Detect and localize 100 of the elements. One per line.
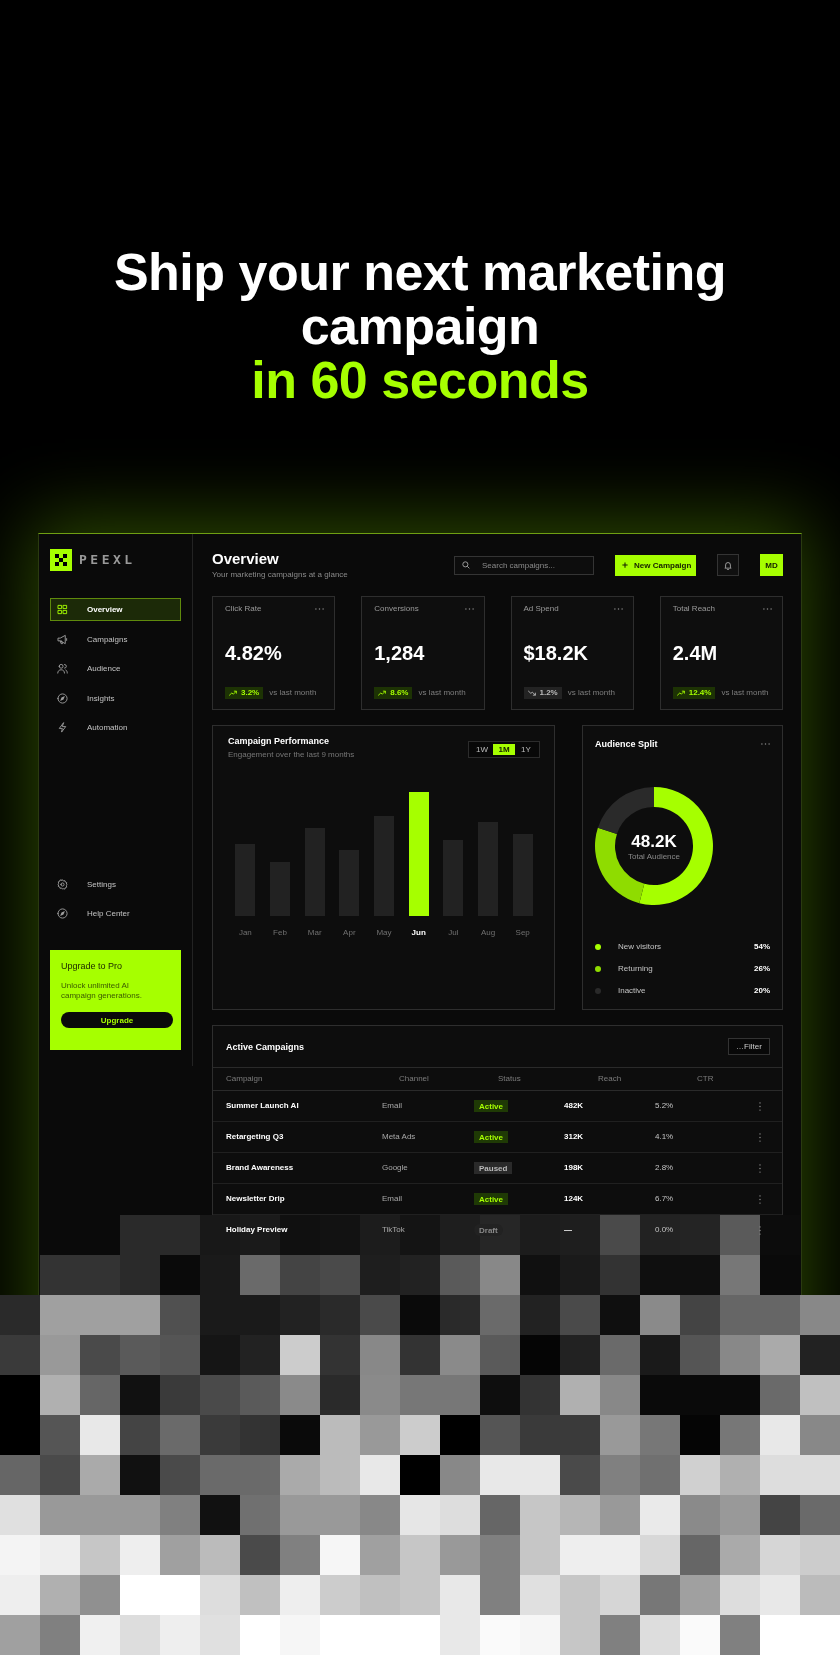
reach-cell: —	[564, 1225, 572, 1235]
reach-cell: 124K	[564, 1194, 584, 1204]
legend-label: Returning	[618, 964, 653, 974]
channel-cell: Google	[382, 1163, 408, 1173]
plus-icon	[622, 562, 628, 568]
campaign-name: Retargeting Q3	[226, 1132, 284, 1142]
stat-value: 1,284	[374, 641, 426, 665]
channel-cell: TikTok	[382, 1225, 405, 1235]
channel-cell: Email	[382, 1101, 402, 1111]
logo-icon	[50, 549, 72, 571]
month-label: Jun	[411, 928, 426, 938]
campaign-name: Summer Launch AI	[226, 1101, 299, 1111]
nav-item[interactable]: Help Center	[50, 902, 181, 925]
headline: Ship your next marketing campaign in 60 seconds	[112, 245, 728, 407]
reach-cell: 312K	[564, 1132, 584, 1142]
stat-label: Click Rate	[225, 604, 262, 614]
month-label: Aug	[480, 928, 496, 938]
nav-item[interactable]: Campaigns	[50, 627, 181, 651]
settings-icon	[57, 878, 68, 890]
range-tab[interactable]: 1W	[471, 744, 493, 755]
logo-text: PEEXL	[79, 553, 136, 567]
nav-item[interactable]: Settings	[50, 872, 181, 896]
grid-icon	[57, 604, 68, 615]
reach-cell: 198K	[564, 1163, 584, 1173]
status-badge: Draft	[474, 1224, 503, 1236]
campaign-name: Brand Awareness	[226, 1163, 294, 1173]
new-campaign-button[interactable]: New Campaign	[615, 554, 696, 576]
column-header: Status	[498, 1074, 521, 1084]
page-subtitle: Your marketing campaigns at a glance	[212, 570, 348, 580]
lightning-icon	[57, 722, 68, 733]
month-label: May	[376, 928, 392, 938]
ctr-cell: 4.1%	[655, 1132, 674, 1142]
column-header: CTR	[697, 1074, 714, 1084]
campaign-name: Newsletter Drip	[226, 1194, 285, 1204]
legend-value: 54%	[754, 942, 770, 952]
trend-change: 1.2%	[539, 688, 558, 698]
trend-change: 12.4%	[688, 688, 712, 698]
search-field[interactable]: Search campaigns...	[454, 555, 594, 575]
range-tab[interactable]: 1M	[493, 744, 515, 755]
nav-item[interactable]: Overview	[50, 598, 181, 621]
channel-cell: Meta Ads	[382, 1132, 416, 1142]
month-label: Feb	[273, 928, 287, 938]
nav-item[interactable]: Insights	[50, 686, 181, 710]
stat-value: 4.82%	[225, 641, 283, 665]
column-header: Channel	[399, 1074, 429, 1084]
ctr-cell: 2.8%	[655, 1163, 674, 1173]
column-header: Campaign	[226, 1074, 263, 1084]
month-label: Sep	[515, 928, 530, 938]
search-icon	[462, 561, 470, 569]
legend-label: New visitors	[618, 942, 662, 952]
trend-up-icon	[378, 690, 387, 696]
upgrade-text: Unlock unlimited AI campaign generations.	[61, 981, 143, 1001]
upgrade-button[interactable]: Upgrade	[61, 1012, 173, 1028]
status-badge: Active	[474, 1100, 508, 1112]
megaphone-icon	[57, 633, 68, 645]
users-icon	[57, 663, 68, 674]
ctr-cell: 6.7%	[655, 1194, 674, 1204]
compass-icon	[57, 692, 68, 704]
column-header: Reach	[598, 1074, 622, 1084]
filter-button[interactable]: …Filter	[728, 1038, 770, 1055]
trend-up-icon	[676, 690, 685, 696]
card-title: Campaign Performance	[228, 735, 331, 747]
stat-note: vs last month	[721, 688, 769, 698]
trend-change: 8.6%	[390, 688, 409, 698]
card-subtitle: Engagement over the last 9 months	[228, 750, 355, 760]
stat-value: $18.2K	[523, 641, 589, 665]
trend-change: 3.2%	[241, 688, 260, 698]
month-label: Mar	[307, 928, 322, 938]
ctr-cell: 5.2%	[655, 1101, 674, 1111]
nav-item[interactable]: Audience	[50, 657, 181, 680]
legend-value: 20%	[754, 986, 770, 996]
upgrade-title: Upgrade to Pro	[61, 961, 123, 972]
channel-cell: Email	[382, 1194, 402, 1204]
status-badge: Paused	[474, 1162, 513, 1174]
ctr-cell: 0.0%	[655, 1225, 674, 1235]
reach-cell: 482K	[564, 1101, 584, 1111]
notifications-button[interactable]	[717, 554, 739, 576]
legend-value: 26%	[754, 964, 770, 974]
nav-item[interactable]: Automation	[50, 716, 181, 739]
donut-caption: Total Audience	[627, 851, 680, 861]
campaign-name: Holiday Preview	[226, 1225, 288, 1235]
status-badge: Active	[474, 1131, 508, 1143]
donut-total: 48.2K	[631, 831, 677, 851]
stat-label: Total Reach	[672, 604, 715, 614]
stat-value: 2.4M	[672, 641, 719, 665]
trend-up-icon	[229, 690, 237, 696]
card-title: Active Campaigns	[226, 1040, 305, 1053]
compass-icon	[57, 908, 68, 919]
month-label: Jul	[448, 928, 459, 938]
stat-note: vs last month	[567, 688, 615, 698]
page-title: Overview	[212, 550, 280, 568]
trend-down-icon	[527, 690, 536, 696]
range-tab[interactable]: 1Y	[515, 744, 537, 755]
avatar[interactable]: MD	[760, 554, 783, 576]
month-label: Apr	[343, 928, 356, 938]
stat-label: Ad Spend	[523, 604, 559, 614]
bell-icon	[724, 560, 732, 570]
stat-note: vs last month	[269, 688, 317, 698]
status-badge: Active	[474, 1193, 508, 1205]
stat-note: vs last month	[418, 688, 466, 698]
